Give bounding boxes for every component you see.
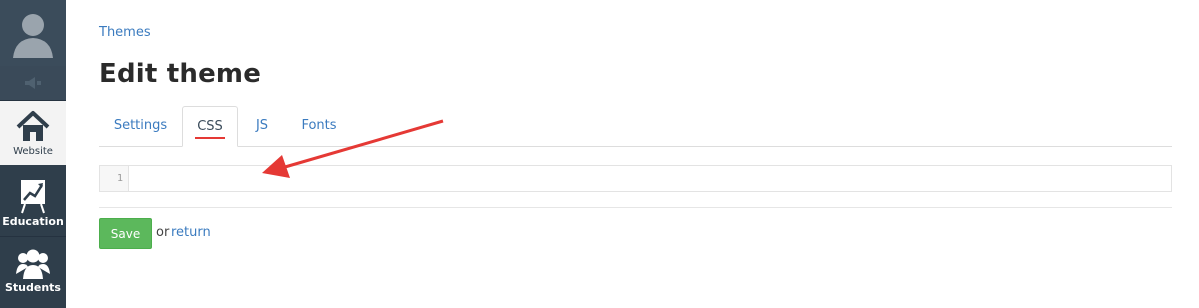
divider <box>99 207 1172 208</box>
code-input-area[interactable] <box>129 166 1171 191</box>
tab-js[interactable]: JS <box>241 106 283 145</box>
tab-settings[interactable]: Settings <box>102 106 179 145</box>
sound-toggle[interactable] <box>0 66 66 100</box>
users-icon <box>16 249 50 279</box>
speaker-icon <box>25 77 41 89</box>
tab-bar: Settings CSS JS Fonts <box>99 106 1172 147</box>
user-avatar-icon <box>13 14 53 58</box>
sidebar-item-education[interactable]: Education <box>0 170 66 234</box>
sidebar: Website Education Students <box>0 0 66 308</box>
tab-label: CSS <box>197 119 223 134</box>
sidebar-item-students[interactable]: Students <box>0 238 66 302</box>
line-number-gutter: 1 <box>100 166 129 191</box>
tab-label: Fonts <box>301 118 337 133</box>
return-link[interactable]: return <box>171 225 211 240</box>
chart-board-icon <box>21 180 45 214</box>
breadcrumb[interactable]: Themes <box>99 25 151 40</box>
annotation-underline <box>195 137 225 139</box>
sidebar-divider <box>0 236 66 237</box>
css-code-editor[interactable]: 1 <box>99 165 1172 192</box>
line-number: 1 <box>116 173 123 184</box>
page-title: Edit theme <box>99 59 262 89</box>
home-icon <box>16 111 50 141</box>
sidebar-item-label: Students <box>5 281 61 294</box>
tab-fonts[interactable]: Fonts <box>288 106 350 145</box>
sidebar-item-label: Education <box>2 215 64 228</box>
tab-css[interactable]: CSS <box>182 106 238 147</box>
annotation-arrow <box>262 119 444 178</box>
sidebar-item-website[interactable]: Website <box>0 101 66 165</box>
save-button[interactable]: Save <box>99 218 152 249</box>
or-text: or <box>156 225 170 240</box>
tab-label: Settings <box>113 118 168 133</box>
tab-label: JS <box>255 118 269 133</box>
avatar[interactable] <box>0 0 66 66</box>
sidebar-item-label: Website <box>13 146 53 157</box>
